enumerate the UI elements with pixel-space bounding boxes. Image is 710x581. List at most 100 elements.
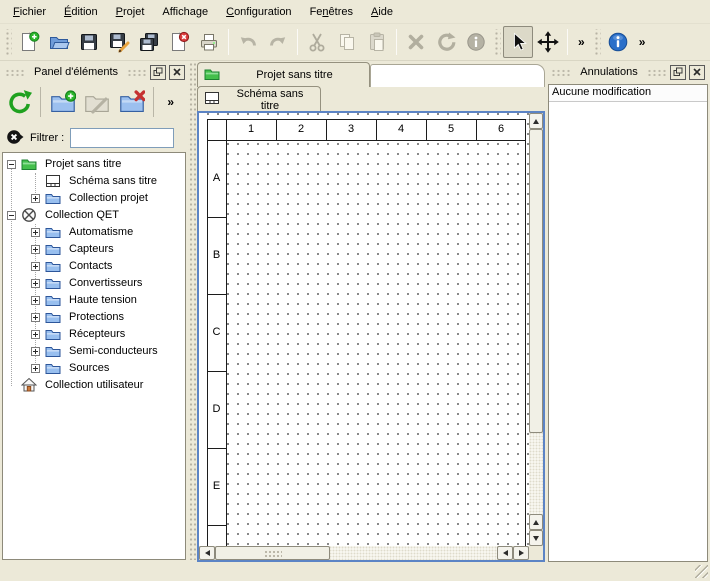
menu-edition[interactable]: Édition [55, 3, 107, 21]
float-panel-button[interactable] [150, 65, 166, 80]
vertical-scroll-thumb[interactable] [529, 129, 543, 433]
filter-clear-icon[interactable] [6, 128, 24, 149]
elements-panel-toolbar: » [4, 82, 186, 122]
undo-panel-titlebar[interactable]: Annulations [548, 62, 708, 82]
paste-button[interactable] [362, 26, 392, 58]
print-button[interactable] [194, 26, 224, 58]
expander-plus-icon[interactable] [31, 279, 40, 288]
menu-fichier[interactable]: Fichier [4, 3, 55, 21]
schema-sheet-icon [45, 173, 61, 189]
horizontal-scrollbar[interactable] [199, 546, 529, 560]
close-panel-button[interactable] [689, 65, 705, 80]
refresh-button[interactable] [4, 85, 33, 119]
expander-plus-icon[interactable] [31, 347, 40, 356]
tree-item-collection-projet[interactable]: Collection projet [3, 190, 185, 207]
dock-grip [5, 69, 25, 76]
expander-plus-icon [31, 364, 40, 373]
dock-grip [127, 69, 147, 76]
main-toolbar: »» [0, 24, 710, 61]
folder-blue-icon [45, 292, 61, 308]
tree-item-contacts[interactable]: Contacts [3, 258, 185, 275]
close-panel-button[interactable] [169, 65, 185, 80]
tree-item-protections[interactable]: Protections [3, 309, 185, 326]
scroll-down-button[interactable] [529, 530, 543, 546]
rotate-button[interactable] [431, 26, 461, 58]
undo-list-item[interactable]: Aucune modification [549, 85, 707, 102]
redo-button[interactable] [263, 26, 293, 58]
diagram-frame-line [525, 119, 526, 546]
panel-splitter[interactable] [188, 62, 196, 560]
diagram-canvas[interactable]: 123456ABCDE [199, 113, 529, 546]
tree-item-recepteurs[interactable]: Récepteurs [3, 326, 185, 343]
expander-minus-icon[interactable] [7, 160, 16, 169]
expander-plus-icon[interactable] [31, 313, 40, 322]
delete-category-button[interactable] [117, 85, 146, 119]
toolbar-overflow-button[interactable]: » [633, 35, 652, 49]
expander-plus-icon[interactable] [31, 296, 40, 305]
cut-button[interactable] [302, 26, 332, 58]
save-all-button[interactable] [134, 26, 164, 58]
tree-item-collection-utilisateur[interactable]: Collection utilisateur [3, 377, 185, 394]
toolbar-grip [493, 29, 501, 55]
menu-aide[interactable]: Aide [362, 3, 402, 21]
tree-item-convertisseurs[interactable]: Convertisseurs [3, 275, 185, 292]
expander-plus-icon[interactable] [31, 262, 40, 271]
toolbar-separator [153, 87, 154, 117]
tree-item-capteurs[interactable]: Capteurs [3, 241, 185, 258]
tree-item-sources[interactable]: Sources [3, 360, 185, 377]
horizontal-scroll-thumb[interactable] [215, 546, 330, 560]
save-as-button[interactable] [104, 26, 134, 58]
menu-configuration[interactable]: Configuration [217, 3, 300, 21]
vertical-scrollbar[interactable] [529, 113, 543, 546]
scroll-up-button[interactable] [529, 514, 543, 530]
properties-button[interactable] [461, 26, 491, 58]
float-panel-button[interactable] [670, 65, 686, 80]
expander-minus-icon[interactable] [7, 211, 16, 220]
filter-input[interactable] [70, 128, 174, 148]
expander-plus-icon[interactable] [31, 245, 40, 254]
scroll-up-button[interactable] [529, 113, 543, 129]
move-arrows-button[interactable] [533, 26, 563, 58]
toolbar-grip [4, 29, 12, 55]
tab-project[interactable]: Projet sans titre [197, 62, 370, 87]
copy-button[interactable] [332, 26, 362, 58]
scroll-left-button[interactable] [199, 546, 215, 560]
expander-plus-icon[interactable] [31, 364, 40, 373]
tab-schema[interactable]: Schéma sans titre [197, 86, 321, 112]
save-button[interactable] [74, 26, 104, 58]
tree-item-label: Capteurs [65, 243, 114, 255]
tree-item-automatisme[interactable]: Automatisme [3, 224, 185, 241]
elements-panel-titlebar[interactable]: Panel d'éléments [2, 62, 188, 82]
tree-item-projet-sans-titre[interactable]: Projet sans titre [3, 156, 185, 173]
toolbar-overflow-button[interactable]: » [161, 95, 180, 109]
toolbar-overflow-button[interactable]: » [572, 35, 591, 49]
folder-blue-icon [45, 343, 61, 359]
menu-fenetres[interactable]: Fenêtres [301, 3, 362, 21]
tab-project-label: Projet sans titre [226, 69, 363, 81]
tree-item-label: Contacts [65, 260, 112, 272]
expander-plus-icon[interactable] [31, 228, 40, 237]
close-document-button[interactable] [164, 26, 194, 58]
menu-affichage[interactable]: Affichage [153, 3, 217, 21]
new-document-button[interactable] [14, 26, 44, 58]
edit-category-button[interactable] [83, 85, 112, 119]
delete-button[interactable] [401, 26, 431, 58]
undo-button[interactable] [233, 26, 263, 58]
info-blue-button[interactable] [603, 26, 633, 58]
new-category-button[interactable] [48, 85, 77, 119]
scroll-left-button[interactable] [497, 546, 513, 560]
save-as-icon [108, 31, 130, 53]
move-arrows-icon [537, 31, 559, 53]
tree-item-haute-tension[interactable]: Haute tension [3, 292, 185, 309]
tree-item-schema-sans-titre[interactable]: Schéma sans titre [3, 173, 185, 190]
resize-grip[interactable] [695, 565, 708, 578]
open-document-button[interactable] [44, 26, 74, 58]
select-arrow-button[interactable] [503, 26, 533, 58]
tree-item-collection-qet[interactable]: Collection QET [3, 207, 185, 224]
expander-plus-icon[interactable] [31, 330, 40, 339]
menu-projet[interactable]: Projet [107, 3, 154, 21]
expander-plus-icon[interactable] [31, 194, 40, 203]
tree-item-semi-conducteurs[interactable]: Semi-conducteurs [3, 343, 185, 360]
diagram-column-label: 1 [226, 123, 276, 135]
scroll-right-button[interactable] [513, 546, 529, 560]
